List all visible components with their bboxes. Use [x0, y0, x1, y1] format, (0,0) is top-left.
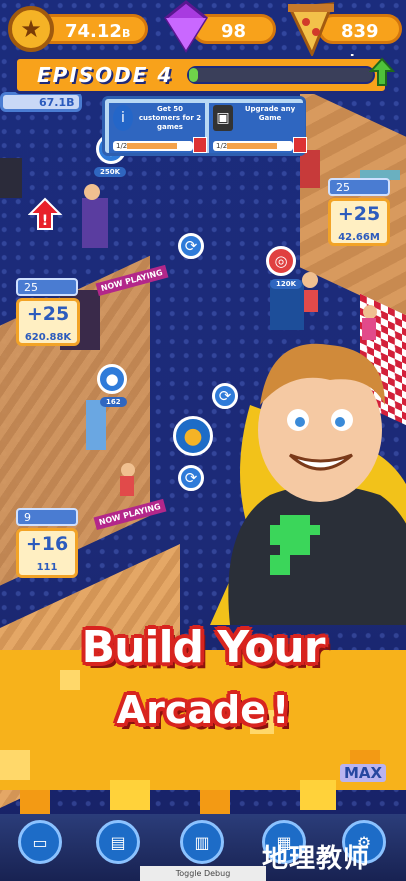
tagline-line1: Build Your [81, 622, 326, 673]
machine-customers: 9 [16, 508, 78, 526]
machine-stat-card[interactable]: +25 42.66M [328, 198, 390, 246]
customer-count: 9 [24, 511, 31, 524]
earnings-value: 42.66M [338, 232, 380, 243]
task-progress-text: 1/2 [116, 142, 128, 150]
earnings-value: 620.88K [24, 332, 72, 343]
task-text: Upgrade any Game [244, 105, 296, 122]
task-card[interactable]: ▣ Upgrade any Game 1/2 [209, 103, 307, 153]
info-icon: i [113, 105, 133, 131]
task-progress-fill [127, 143, 177, 149]
pizza-value: 839 [341, 21, 379, 42]
alert-icon[interactable]: ! [28, 197, 62, 231]
nav-tv-button[interactable]: ▭ [18, 820, 62, 864]
gem-icon [164, 0, 208, 53]
machine-customers: 25 [328, 178, 390, 196]
gift-icon [293, 137, 307, 153]
plus-value: +25 [337, 203, 381, 225]
splash-pixels [0, 650, 406, 820]
upgrade-arrow-icon[interactable] [369, 57, 395, 87]
machine-customers: 25 [16, 278, 78, 296]
coin-suffix: B [121, 27, 131, 40]
coin-collect-bubble[interactable]: ● [97, 364, 127, 394]
tagline-word: Arcade [116, 688, 266, 732]
nav-cards-button[interactable]: ▥ [180, 820, 224, 864]
tasks-panel: i Get 50 customers for 2 games 1/2 ▣ Upg… [102, 96, 307, 156]
arcade-machine-icon: ▣ [213, 105, 233, 131]
episode-banner[interactable]: EPISODE 4 [14, 56, 395, 94]
tv-icon: ▭ [32, 832, 48, 852]
top-hud: 74.12B + ★ 98 839 + EPISODE 4 [0, 0, 406, 110]
max-label: MAX [340, 764, 387, 782]
target-icon: ◎ [274, 252, 288, 270]
episode-progress-fill [189, 68, 199, 82]
bubble-value-label: 250K [94, 167, 127, 177]
coin-small-icon: ● [105, 370, 119, 388]
plus-value: +16 [25, 533, 69, 555]
coin-collect-bubble[interactable]: ● [173, 416, 213, 456]
gift-icon [193, 137, 207, 153]
task-text: Get 50 customers for 2 games [138, 105, 202, 131]
tagline-exclaim: ! [271, 688, 290, 732]
episode-title: EPISODE 4 [37, 63, 174, 87]
svg-text:!: ! [42, 213, 48, 229]
tagline-line2: Arcade! [0, 688, 406, 732]
task-progress: 1/2 [113, 141, 193, 151]
pizza-icon [287, 2, 335, 56]
gem-value: 98 [221, 21, 247, 42]
nav-arcade-button[interactable]: ▤ [96, 820, 140, 864]
customer-count: 25 [24, 281, 38, 294]
task-progress-text: 1/2 [216, 142, 228, 150]
customer-count: 25 [336, 181, 350, 194]
task-progress-fill [227, 143, 277, 149]
mascot-character [210, 343, 406, 625]
bubble-value-label: 120K [270, 279, 303, 289]
toggle-debug-button[interactable]: Toggle Debug [140, 866, 266, 881]
machine-stat-card[interactable]: +25 620.88K [16, 298, 80, 346]
task-card[interactable]: i Get 50 customers for 2 games 1/2 [109, 103, 207, 153]
refresh-icon[interactable]: ⟳ [178, 465, 204, 491]
earnings-value: 111 [36, 562, 58, 573]
watermark: 地理教师 [262, 844, 371, 874]
arcade-icon: ▤ [110, 832, 126, 852]
coin-collect-bubble[interactable]: ◎ [266, 246, 296, 276]
refresh-icon[interactable]: ⟳ [178, 233, 204, 259]
cards-icon: ▥ [194, 832, 210, 852]
bubble-value-label: 162 [100, 397, 127, 407]
coin-icon: ● [183, 423, 203, 449]
machine-stat-card[interactable]: +16 111 [16, 528, 78, 578]
coin-value: 74.12 [65, 21, 122, 42]
plus-value: +25 [26, 303, 70, 325]
coin-icon: ★ [8, 6, 54, 52]
episode-progress-bar [187, 66, 375, 84]
task-progress: 1/2 [213, 141, 293, 151]
